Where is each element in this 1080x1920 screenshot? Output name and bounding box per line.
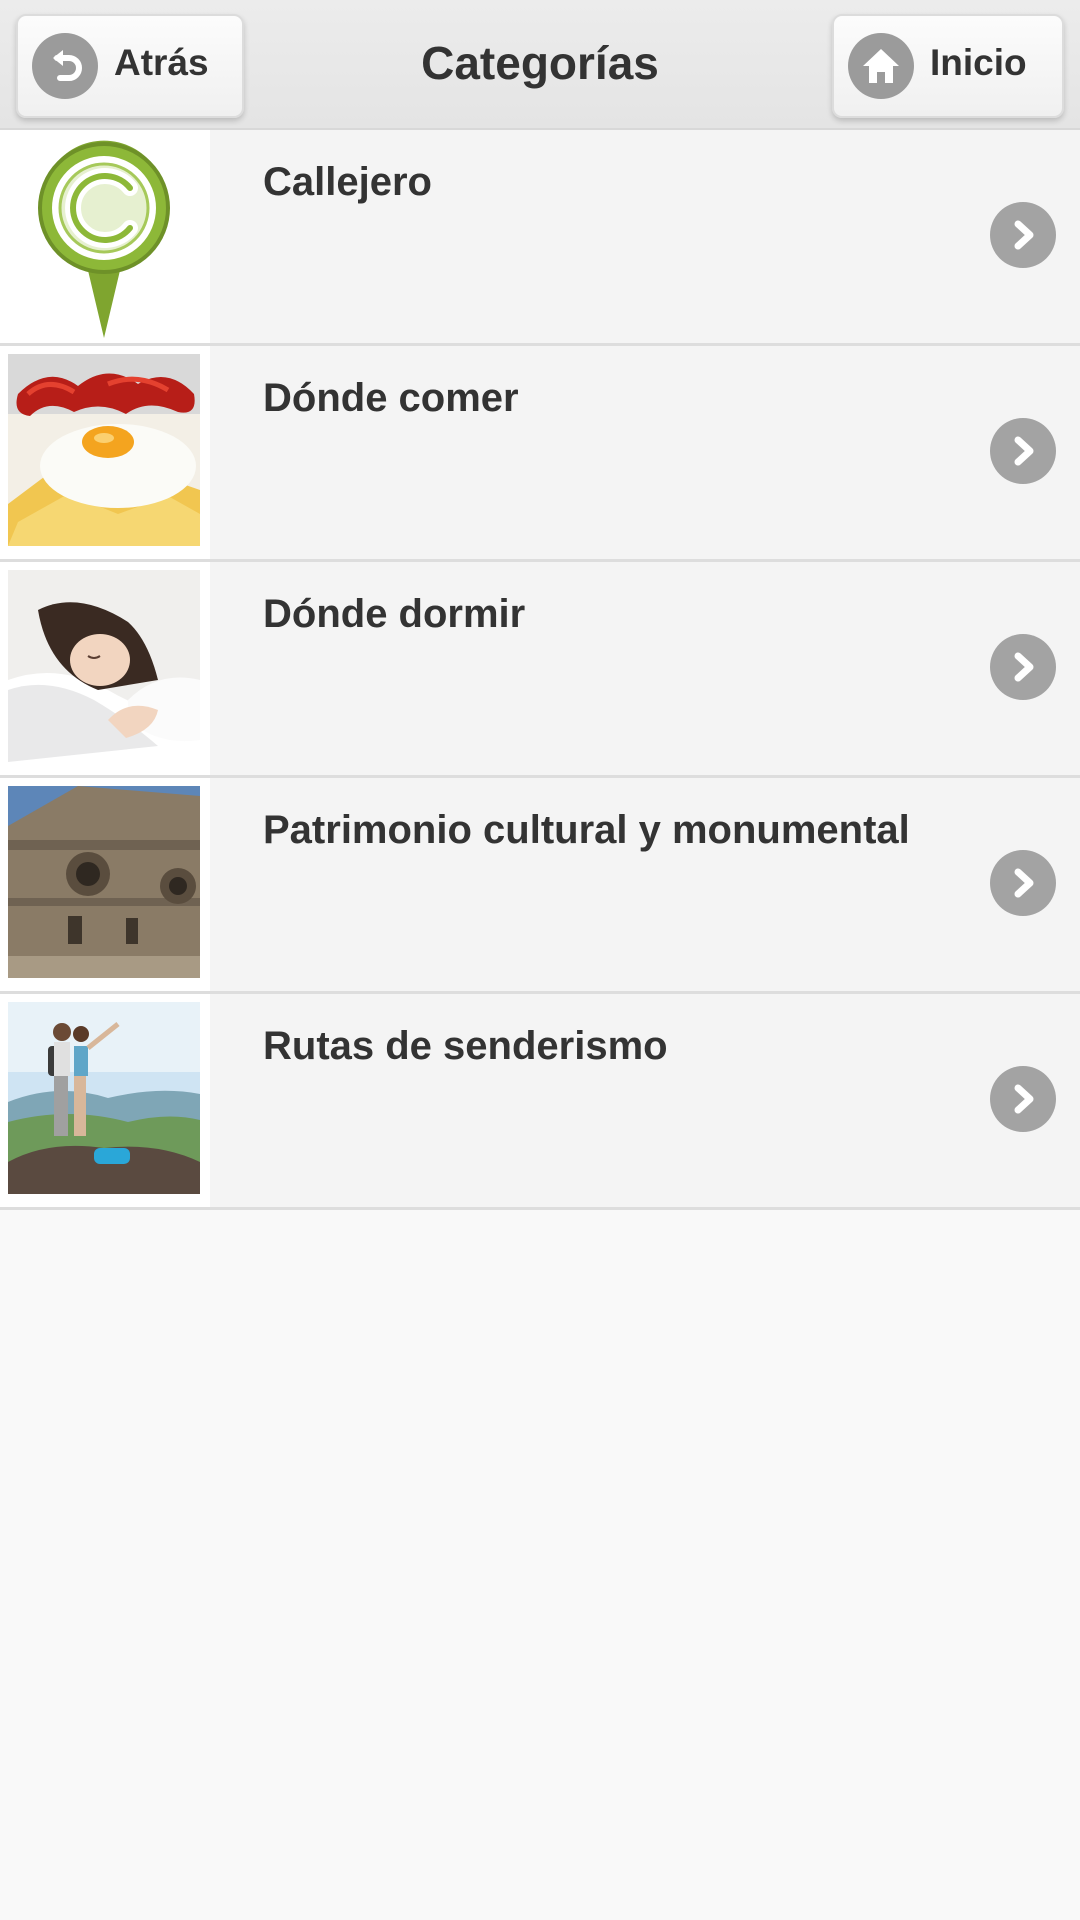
- list-item-label: Dónde comer: [263, 376, 519, 420]
- list-item-rutas-senderismo[interactable]: Rutas de senderismo: [0, 994, 1080, 1210]
- thumbnail-cell: [0, 562, 210, 775]
- list-item-donde-dormir[interactable]: Dónde dormir: [0, 562, 1080, 778]
- food-photo: [8, 354, 200, 546]
- chevron-right-icon: [990, 634, 1056, 700]
- chevron-right-icon: [990, 1066, 1056, 1132]
- top-bar: Atrás Categorías Inicio: [0, 0, 1080, 130]
- back-button[interactable]: Atrás: [16, 14, 244, 118]
- callejero-pin-logo: [8, 134, 200, 339]
- list-item-label: Dónde dormir: [263, 592, 526, 636]
- back-button-label: Atrás: [114, 42, 209, 83]
- list-item-callejero[interactable]: Callejero: [0, 130, 1080, 346]
- page-title: Categorías: [421, 37, 659, 89]
- category-list: Callejero Dónde comer Dónde dormir Patri…: [0, 130, 1080, 1210]
- monument-photo: [8, 786, 200, 978]
- list-item-patrimonio[interactable]: Patrimonio cultural y monumental: [0, 778, 1080, 994]
- chevron-right-icon: [990, 850, 1056, 916]
- list-item-donde-comer[interactable]: Dónde comer: [0, 346, 1080, 562]
- thumbnail-cell: [0, 778, 210, 991]
- sleeping-photo: [8, 570, 200, 762]
- thumbnail-cell: [0, 346, 210, 559]
- back-arrow-icon: [32, 33, 98, 99]
- list-item-label: Rutas de senderismo: [263, 1024, 668, 1068]
- chevron-right-icon: [990, 202, 1056, 268]
- thumbnail-cell: [0, 130, 210, 343]
- home-button[interactable]: Inicio: [832, 14, 1064, 118]
- home-button-label: Inicio: [930, 42, 1027, 83]
- list-item-label: Patrimonio cultural y monumental: [263, 808, 910, 852]
- list-item-label: Callejero: [263, 160, 432, 204]
- hiking-photo: [8, 1002, 200, 1194]
- thumbnail-cell: [0, 994, 210, 1207]
- chevron-right-icon: [990, 418, 1056, 484]
- home-icon: [848, 33, 914, 99]
